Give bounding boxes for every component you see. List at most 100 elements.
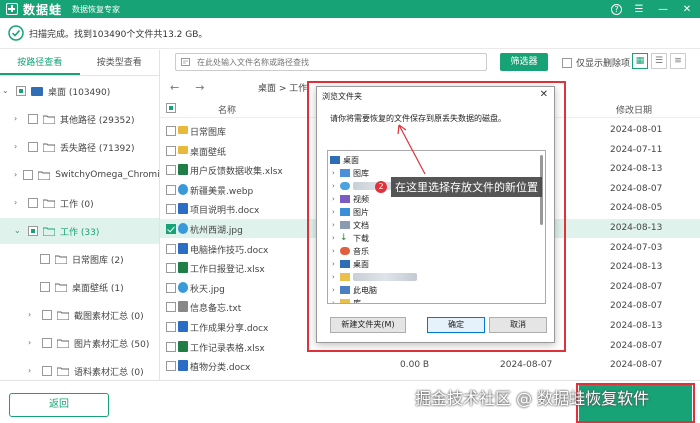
sidebar-item-work[interactable]: ⌄ 工作 (33) [0,218,159,244]
file-name: 项目说明书.docx [190,206,260,217]
chevron-right-icon[interactable]: › [332,182,340,190]
folder-tree-item[interactable]: › 音乐 [332,245,369,257]
checkbox[interactable] [28,226,38,236]
word-icon [178,321,188,332]
file-name: 用户反馈数据收集.xlsx [190,167,283,178]
sidebar-item-screenshots[interactable]: › 截图素材汇总 (0) [0,302,159,328]
checkbox[interactable] [42,338,52,348]
close-icon[interactable]: ✕ [540,89,548,100]
tab-by-path[interactable]: 按路径查看 [0,50,80,75]
row-checkbox[interactable] [166,243,176,254]
folder-tree-item[interactable]: › ↓ 下载 [332,232,369,244]
row-checkbox[interactable] [166,263,176,274]
new-folder-button[interactable]: 新建文件夹(M) [330,317,406,333]
chevron-right-icon[interactable]: › [14,199,22,207]
column-name[interactable]: 名称 [218,103,236,116]
image-icon [178,223,188,234]
folder-tree-item[interactable]: › 库 [332,297,361,303]
scan-status-text: 扫描完成。找到103490个文件共13.2 GB。 [29,29,208,40]
folder-tree-item[interactable]: › 视频 [332,193,369,205]
chevron-right-icon[interactable]: › [332,260,340,268]
row-checkbox[interactable] [166,204,176,215]
sidebar-item-images[interactable]: › 图片素材汇总 (50) [0,330,159,356]
row-checkbox[interactable] [166,145,176,156]
chevron-right-icon[interactable]: › [28,339,36,347]
chevron-right-icon[interactable]: › [332,221,340,229]
folder-tree-item[interactable]: › 图片 [332,206,369,218]
row-checkbox[interactable] [166,165,176,176]
sidebar: 按路径查看 按类型查看 ⌄ 桌面 (103490) › 其他路径 (29352)… [0,50,160,380]
sidebar-item-other-paths[interactable]: › 其他路径 (29352) [0,106,159,132]
search-box[interactable] [175,53,487,71]
chevron-right-icon[interactable]: › [28,367,36,375]
row-checkbox[interactable] [166,361,176,372]
table-row[interactable]: 植物分类.docx 0.00 B 2024-08-07 2024-08-07 [160,356,700,375]
chevron-right-icon[interactable]: › [14,143,22,151]
close-icon[interactable]: ✕ [680,2,694,16]
chevron-right-icon[interactable]: › [332,299,340,303]
chevron-right-icon[interactable]: › [332,286,340,294]
folder-tree-item[interactable]: › 此电脑 [332,284,377,296]
folder-tree-item[interactable]: › 图库 [332,167,369,179]
column-modified[interactable]: 修改日期 [616,103,652,116]
chevron-right-icon[interactable]: › [332,273,340,281]
desktop-icon [340,260,350,268]
folder-tree-item[interactable]: › 文档 [332,219,369,231]
chevron-right-icon[interactable]: › [14,115,22,123]
row-checkbox[interactable] [166,282,176,293]
checkbox[interactable] [16,86,26,96]
chevron-right-icon[interactable]: › [332,247,340,255]
row-checkbox[interactable] [166,302,176,313]
sidebar-item-desktop[interactable]: ⌄ 桌面 (103490) [0,78,159,104]
row-checkbox[interactable] [166,126,176,136]
chevron-down-icon[interactable]: ⌄ [14,227,22,235]
checkbox[interactable] [40,254,50,264]
chevron-right-icon[interactable]: › [28,311,36,319]
row-checkbox[interactable] [166,184,176,195]
checkbox[interactable] [562,57,572,68]
filter-button[interactable]: 筛选器 [500,53,548,71]
help-icon[interactable]: ? [611,3,622,15]
select-all-checkbox[interactable] [166,103,176,113]
back-button[interactable]: 返回 [9,393,109,417]
menu-icon[interactable]: ☰ [632,2,646,16]
row-checkbox[interactable] [166,341,176,352]
checkbox[interactable] [28,142,38,152]
list-view-icon[interactable]: ☰ [651,53,667,69]
tab-by-type[interactable]: 按类型查看 [80,50,160,75]
detail-view-icon[interactable]: ≡ [670,53,686,69]
search-input[interactable] [197,57,477,67]
back-arrow-icon[interactable]: ← [170,81,179,94]
checkbox[interactable] [40,282,50,292]
gallery-icon [340,169,350,177]
only-deleted-toggle[interactable]: 仅显示删除项 [562,56,630,69]
checkbox[interactable] [28,198,38,208]
grid-view-icon[interactable]: ▦ [632,53,648,69]
chevron-right-icon[interactable]: › [332,169,340,177]
folder-tree[interactable]: 桌面 › 图库 › › 视频 › 图片 › 文档 › ↓ 下载 › 音乐 › 桌… [327,150,546,304]
folder-tree-item[interactable]: 桌面 [330,154,359,166]
chevron-right-icon[interactable]: › [332,195,340,203]
sidebar-item-corpus[interactable]: › 语料素材汇总 (0) [0,358,159,380]
forward-arrow-icon[interactable]: → [195,81,204,94]
checkbox[interactable] [23,170,34,180]
folder-tree-item[interactable]: › 桌面 [332,258,369,270]
sidebar-item-daily-gallery[interactable]: 日常图库 (2) [0,246,159,272]
chevron-right-icon[interactable]: › [332,234,340,242]
chevron-down-icon[interactable]: ⌄ [2,87,10,95]
row-checkbox[interactable] [166,322,176,332]
folder-tree-item[interactable]: › [332,271,417,283]
checkbox[interactable] [42,366,52,376]
sidebar-item-wallpapers[interactable]: 桌面壁纸 (1) [0,274,159,300]
cancel-button[interactable]: 取消 [489,317,547,333]
chevron-right-icon[interactable]: › [332,208,340,216]
chevron-right-icon[interactable]: › [14,171,17,179]
minimize-icon[interactable]: — [656,2,670,16]
sidebar-item-lost-paths[interactable]: › 丢失路径 (71392) [0,134,159,160]
checkbox[interactable] [28,114,38,124]
row-checkbox[interactable] [166,224,176,234]
sidebar-item-work-empty[interactable]: › 工作 (0) [0,190,159,216]
sidebar-item-switchyomega[interactable]: › SwitchyOmega_Chromium [0,162,159,188]
checkbox[interactable] [42,310,52,320]
ok-button[interactable]: 确定 [427,317,485,333]
